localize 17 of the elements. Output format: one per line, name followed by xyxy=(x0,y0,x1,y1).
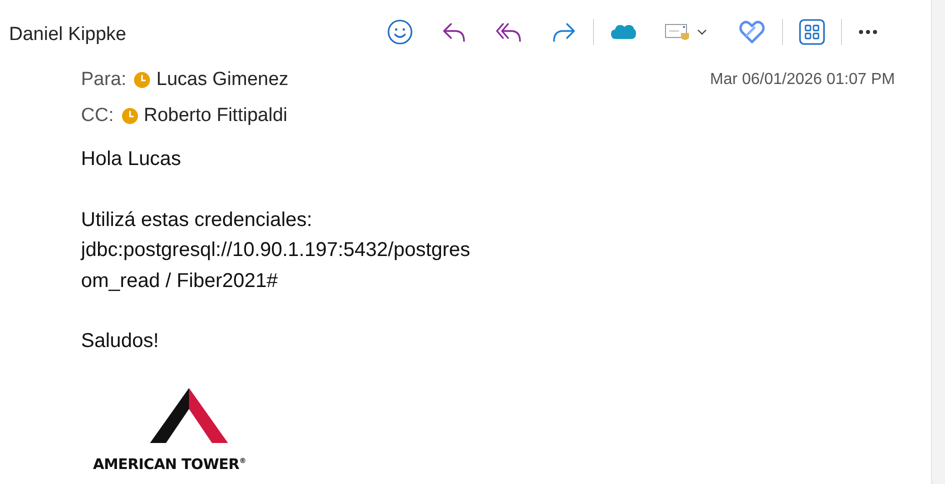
message-text: Utilizá estas credenciales: jdbc:postgresql://10.90.1.197:5432/postgres om_read / Fiber2021# xyxy=(81,208,472,294)
recipient-name[interactable]: Lucas Gimenez xyxy=(156,69,288,91)
sender-name: Daniel Kippke xyxy=(9,24,126,46)
recipient-label: CC: xyxy=(81,105,114,127)
sent-date: Mar 06/01/2026 01:07 PM xyxy=(710,71,895,89)
message-text: Hola Lucas xyxy=(81,147,182,172)
more-icon[interactable] xyxy=(856,27,880,37)
recipient-name[interactable]: Roberto Fittipaldi xyxy=(144,105,288,127)
emoji-icon[interactable] xyxy=(385,17,415,47)
clock-icon xyxy=(134,72,150,88)
apps-icon[interactable] xyxy=(797,17,827,47)
logo-text: AMERICAN TOWER$^{®}$ xyxy=(93,456,246,472)
clock-icon xyxy=(122,108,138,124)
recipient-label: Para: xyxy=(81,69,126,91)
message-text: Saludos! xyxy=(81,329,160,354)
logo-mark-icon xyxy=(150,386,228,442)
scrollbar[interactable] xyxy=(931,0,945,484)
